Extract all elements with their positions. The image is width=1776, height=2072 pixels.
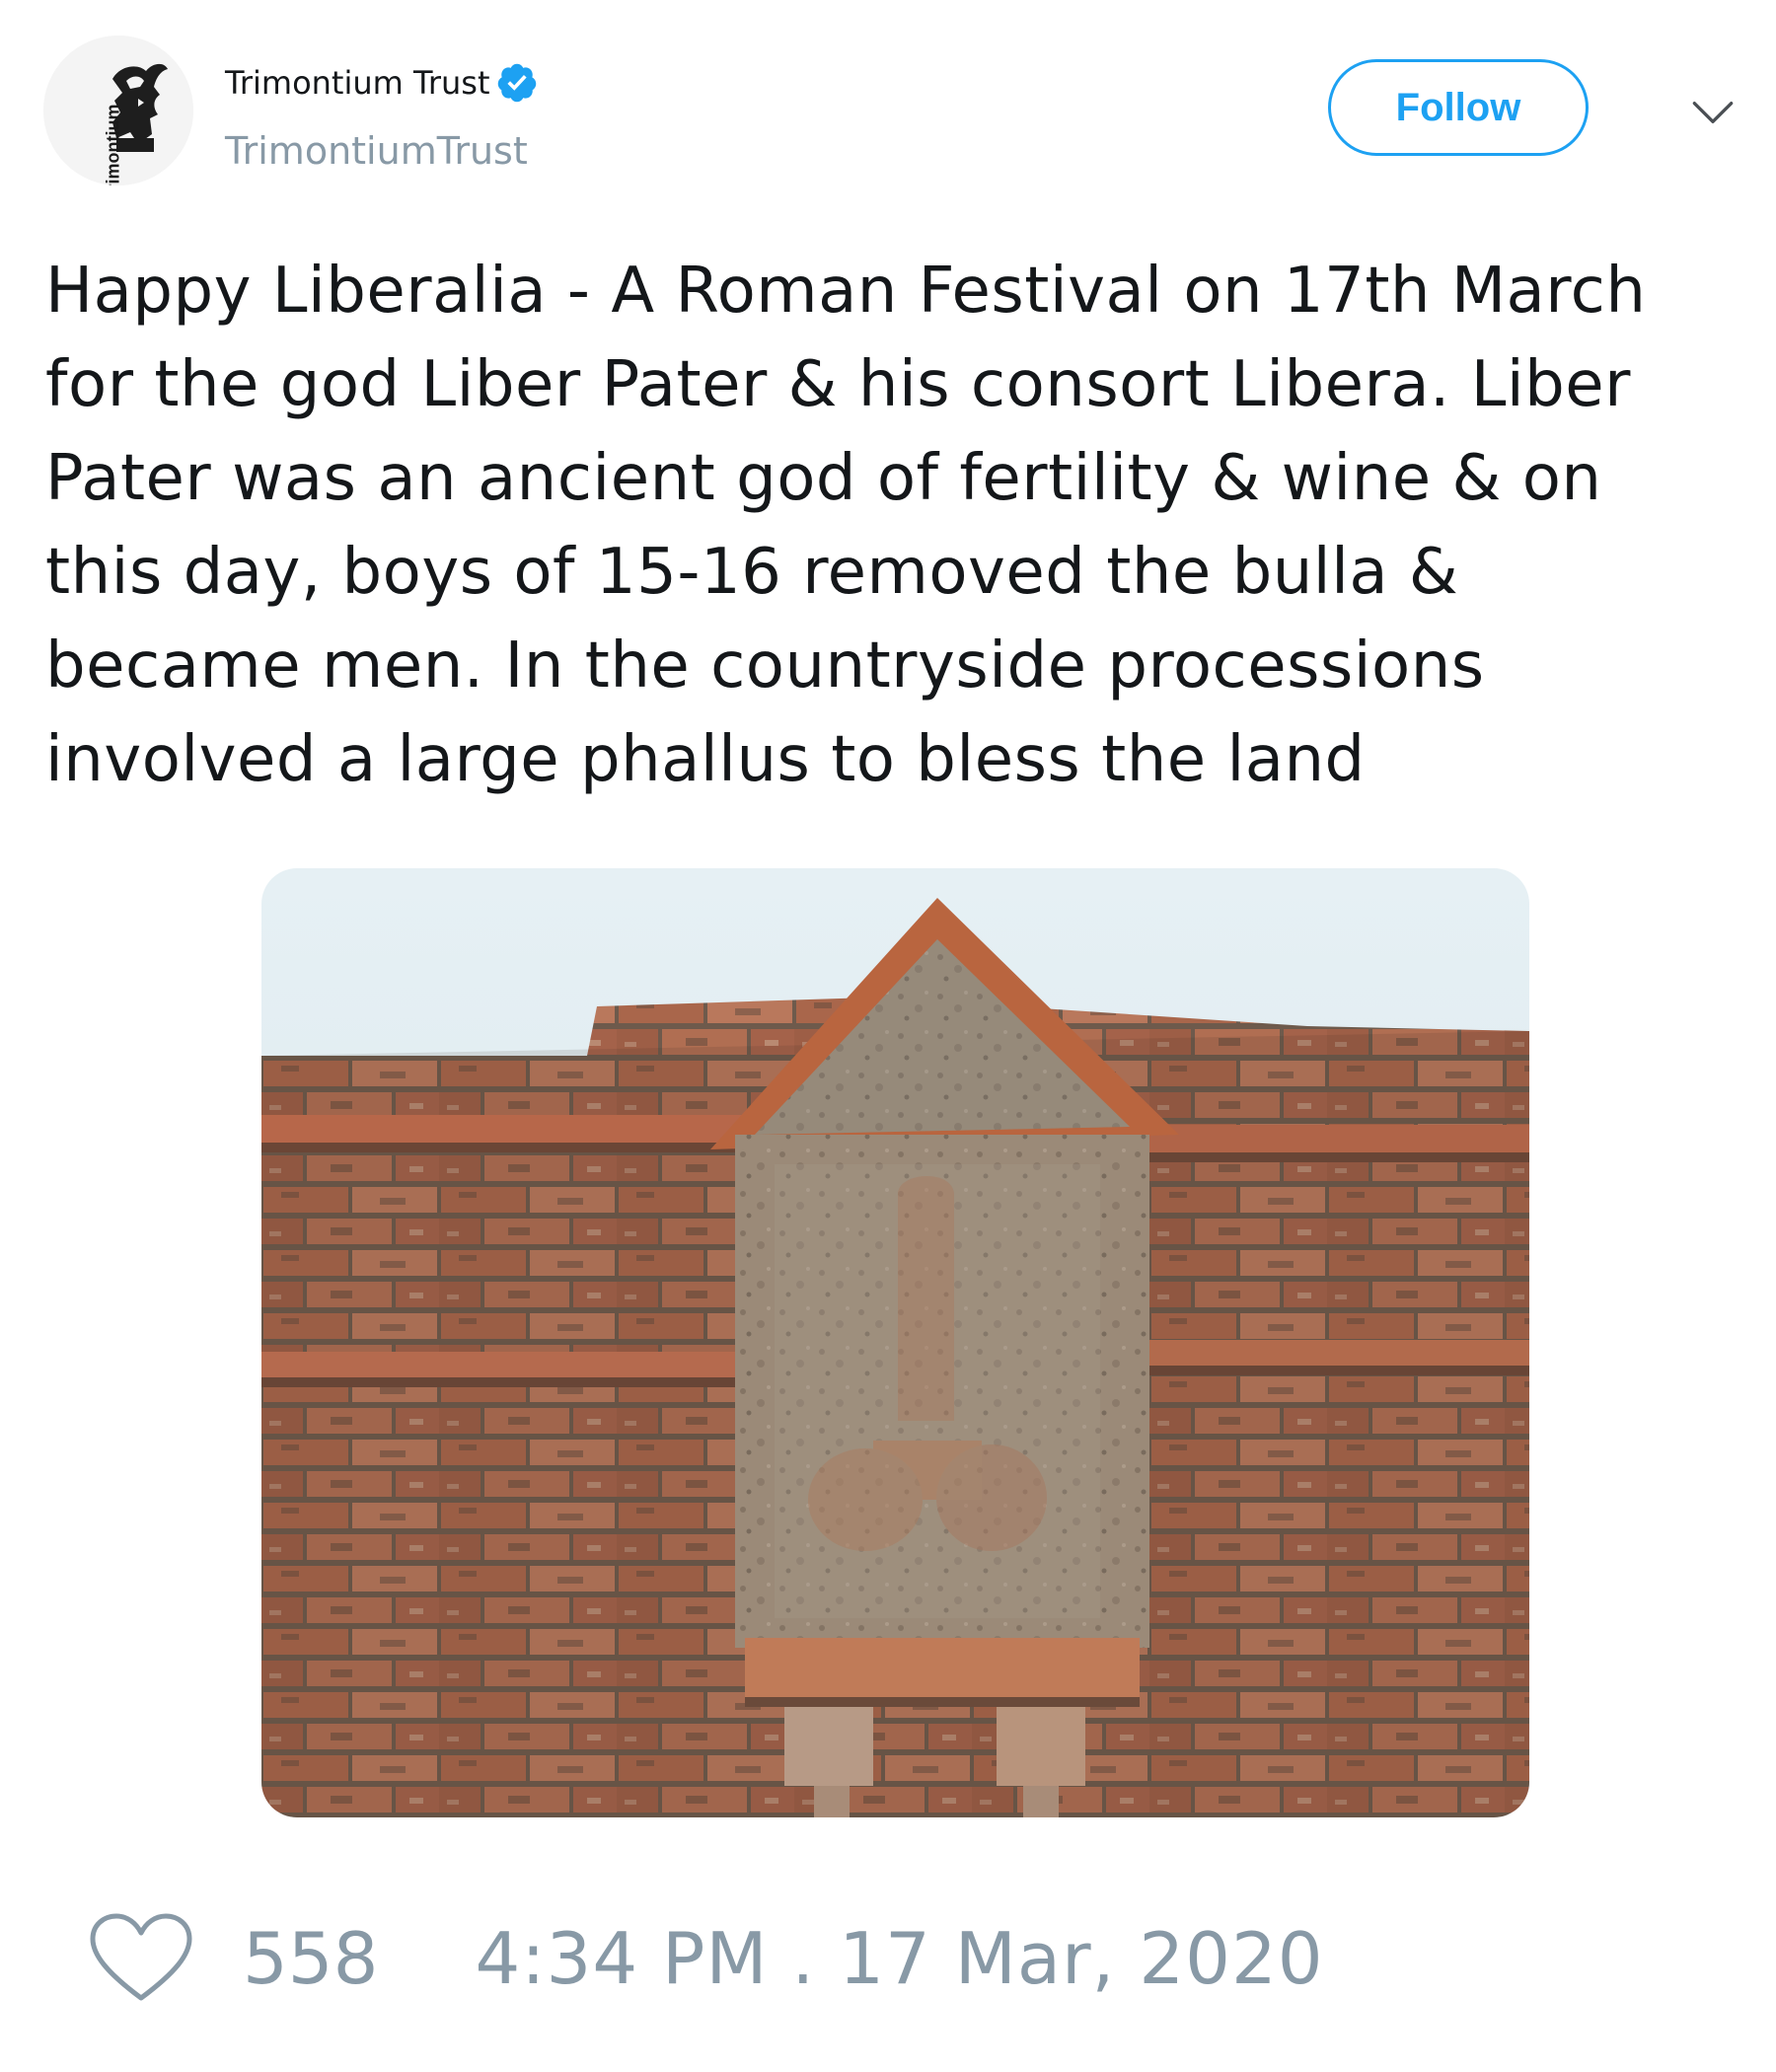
tweet-card: Trimontium Trimontium Trust TrimontiumTr… bbox=[0, 0, 1776, 2072]
author-handle[interactable]: TrimontiumTrust bbox=[225, 126, 528, 176]
avatar[interactable]: Trimontium bbox=[43, 36, 193, 185]
like-count: 558 bbox=[243, 1917, 379, 2000]
tweet-footer: 558 4:34 PM . 17 Mar, 2020 bbox=[87, 1904, 1324, 2013]
chevron-down-icon bbox=[1692, 102, 1734, 123]
tweet-photo[interactable] bbox=[261, 868, 1529, 1817]
tweet-timestamp[interactable]: 4:34 PM . 17 Mar, 2020 bbox=[475, 1917, 1323, 2000]
verified-badge-icon bbox=[495, 61, 539, 105]
follow-button[interactable]: Follow bbox=[1328, 59, 1589, 156]
avatar-text: Trimontium bbox=[103, 104, 123, 185]
more-options-button[interactable] bbox=[1683, 83, 1742, 142]
author-name-row[interactable]: Trimontium Trust bbox=[225, 61, 539, 105]
tweet-text: Happy Liberalia - A Roman Festival on 17… bbox=[45, 255, 1647, 796]
heart-icon bbox=[90, 1913, 192, 2001]
like-button[interactable] bbox=[87, 1911, 195, 2006]
display-name[interactable]: Trimontium Trust bbox=[225, 61, 489, 105]
wall-relief-photo bbox=[261, 868, 1529, 1817]
